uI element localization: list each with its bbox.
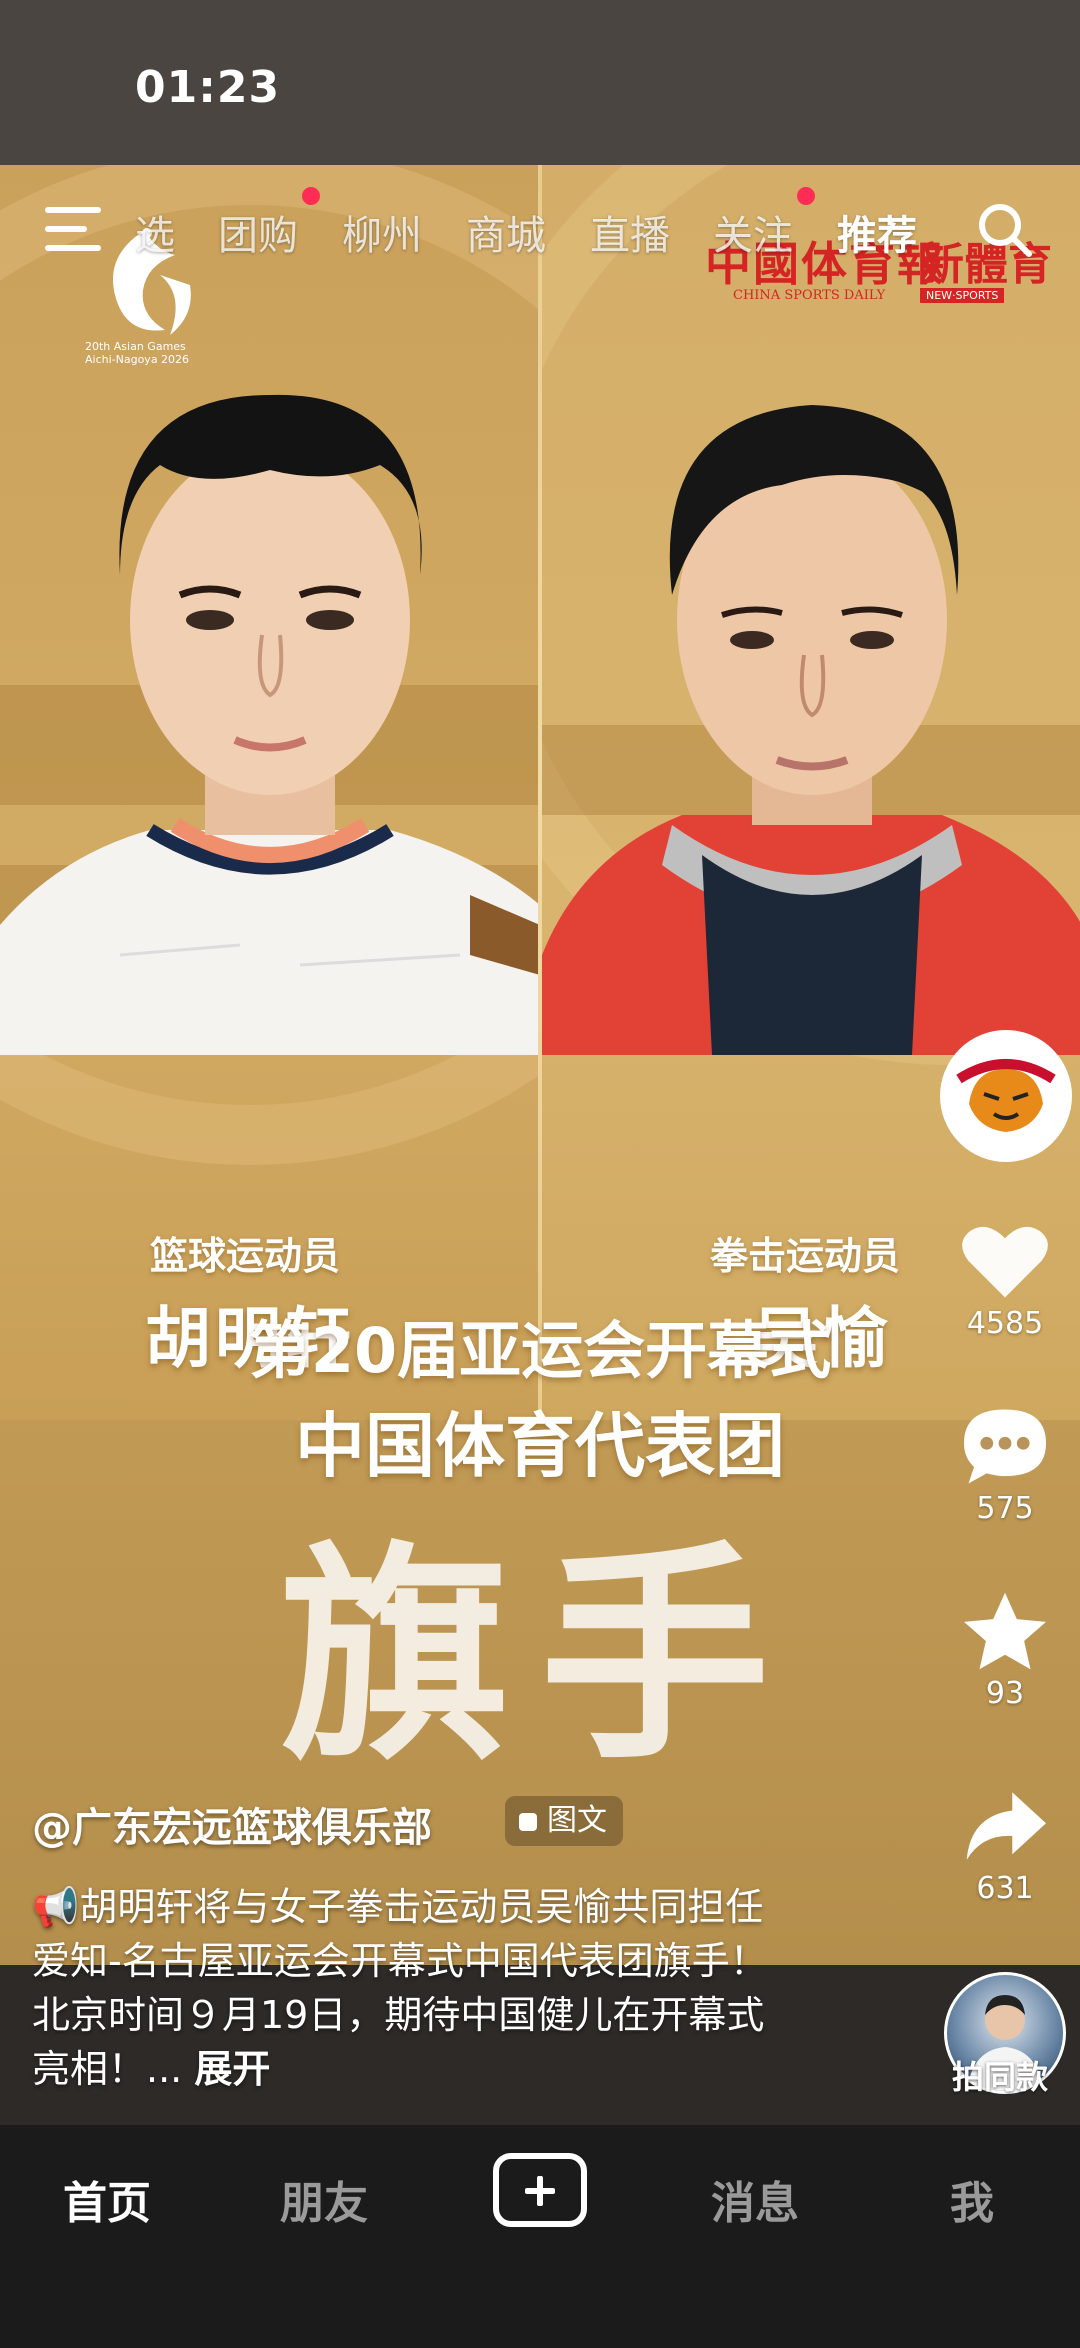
caption-line: 爱知-名古屋亚运会开幕式中国代表团旗手！ (32, 1939, 768, 1983)
like-action[interactable]: 4585 (955, 1220, 1055, 1341)
share-count: 631 (976, 1871, 1034, 1906)
comment-icon[interactable] (959, 1405, 1051, 1487)
post-type-label: 图文 (547, 1803, 607, 1838)
heart-icon[interactable] (959, 1220, 1051, 1302)
comment-action[interactable]: 575 (955, 1405, 1055, 1526)
status-time: 01:23 (135, 62, 281, 113)
favorite-action[interactable]: 93 (955, 1590, 1055, 1711)
asian-games-line2: Aichi-Nagoya 2026 (85, 353, 190, 366)
same-style-button[interactable]: 拍同款 (952, 2052, 1048, 2098)
post-type-tag: 图文 (505, 1796, 623, 1846)
tab-mall[interactable]: 商城 (466, 203, 546, 261)
tab-group-buy[interactable]: 团购 (218, 203, 298, 261)
caption-line-text: 亮相！... (32, 2047, 183, 2091)
post-caption[interactable]: 📢胡明轩将与女子拳击运动员吴愉共同担任 爱知-名古屋亚运会开幕式中国代表团旗手！… (32, 1880, 832, 2096)
bottom-tab-friends[interactable]: 朋友 (280, 2167, 368, 2231)
panel-divider (538, 165, 542, 1420)
status-bar: 01:23 (0, 0, 1080, 165)
hamburger-icon[interactable] (45, 207, 101, 251)
athlete-portrait-left (0, 394, 540, 1055)
like-count: 4585 (966, 1306, 1044, 1341)
bottom-tab-me[interactable]: 我 (950, 2167, 994, 2231)
headline-line1: 第20届亚运会开幕式 (248, 1314, 832, 1387)
bottom-tab-home[interactable]: 首页 (63, 2167, 151, 2231)
bottom-tab-messages[interactable]: 消息 (711, 2167, 799, 2231)
asian-games-logo-text: 20th Asian Games Aichi-Nagoya 2026 (85, 340, 205, 366)
tab-select[interactable]: 选 (135, 203, 175, 261)
comment-count: 575 (976, 1491, 1034, 1526)
top-nav: 选 团购 柳州 商城 直播 关注 推荐 (0, 165, 1080, 295)
tiger-logo-icon (944, 1034, 1068, 1158)
caption-line: 📢胡明轩将与女子拳击运动员吴愉共同担任 (32, 1885, 764, 1929)
author-name[interactable]: @广东宏远篮球俱乐部 (32, 1795, 432, 1853)
asian-games-line1: 20th Asian Games (85, 340, 186, 353)
left-athlete-role: 篮球运动员 (150, 1234, 341, 1278)
notification-dot (302, 187, 320, 205)
star-icon[interactable] (959, 1590, 1051, 1672)
favorite-count: 93 (985, 1676, 1025, 1711)
share-action[interactable]: 631 (955, 1785, 1055, 1906)
tab-liuzhou[interactable]: 柳州 (342, 203, 422, 261)
expand-button[interactable]: 展开 (194, 2047, 270, 2091)
search-icon[interactable] (975, 200, 1035, 260)
share-arrow-icon[interactable] (959, 1785, 1051, 1867)
tab-following[interactable]: 关注 (713, 203, 793, 261)
tab-live[interactable]: 直播 (590, 203, 670, 261)
club-avatar[interactable] (940, 1030, 1072, 1162)
left-panel: 篮球运动员 胡明轩 (0, 165, 540, 1420)
headline-big: 旗手 (280, 1524, 800, 1791)
notification-dot (797, 187, 815, 205)
tab-recommend[interactable]: 推荐 (837, 203, 917, 261)
right-athlete-role: 拳击运动员 (710, 1234, 901, 1278)
image-text-icon (519, 1812, 537, 1831)
create-post-button[interactable] (493, 2153, 587, 2227)
caption-line-last: 亮相！... 展开 (32, 2042, 832, 2096)
caption-line: 北京时间９月19日，期待中国健儿在开幕式 (32, 1993, 765, 2037)
